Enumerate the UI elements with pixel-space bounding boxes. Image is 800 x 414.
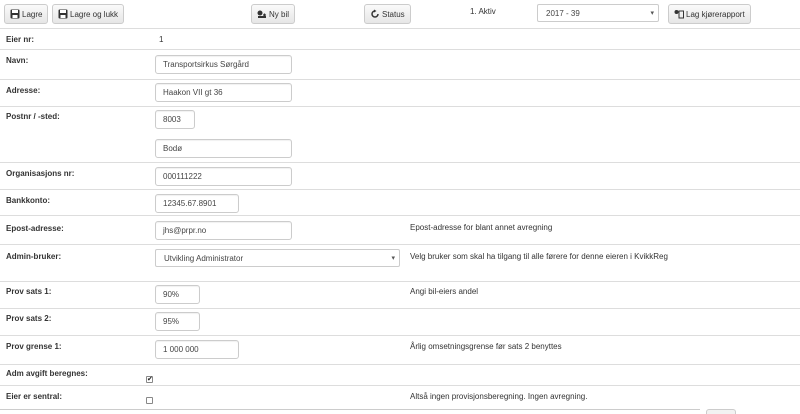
org-nr-input[interactable]: 000111222 [155,167,292,186]
city-input[interactable]: Bodø [155,139,292,158]
bank-account-input-value: 12345.67.8901 [163,199,217,208]
period-select[interactable]: 2017 - 39 ▾ [537,4,659,22]
save-button-label: Lagre [22,9,43,19]
adm-fee-label: Adm avgift beregnes: [6,369,88,378]
email-help-text: Epost-adresse for blant annet avregning [410,223,553,232]
save-button[interactable]: Lagre [4,4,49,24]
partial-button[interactable] [706,409,736,414]
prov-rate-2-input-value: 95% [163,317,180,326]
floppy-disk-icon [10,9,20,19]
admin-user-help-text: Velg bruker som skal ha tilgang til alle… [410,252,668,261]
floppy-disk-icon [58,9,68,19]
admin-user-select-value: Utvikling Administrator [164,253,244,263]
prov-limit-1-label: Prov grense 1: [6,342,62,351]
bank-account-input[interactable]: 12345.67.8901 [155,194,239,213]
row-owner-nr: Eier nr: 1 [0,28,800,49]
row-adm-fee: Adm avgift beregnes: ✔ [0,364,800,385]
row-prov-limit-1: Prov grense 1: 1 000 000 Årlig omsetning… [0,335,800,364]
prov-limit-1-input-value: 1 000 000 [163,345,199,354]
bank-account-label: Bankkonto: [6,196,50,205]
is-central-label: Eier er sentral: [6,392,63,401]
row-prov-rate-1: Prov sats 1: 90% Angi bil-eiers andel [0,281,800,308]
row-address: Adresse: Haakon VII gt 36 [0,79,800,106]
partial-input-field[interactable] [0,409,700,414]
prov-rate-1-input-value: 90% [163,290,180,299]
org-nr-input-value: 000111222 [163,172,202,181]
row-postal: Postnr / -sted: 8003 Bodø [0,106,800,162]
prov-rate-1-help-text: Angi bil-eiers andel [410,287,479,296]
refresh-icon [370,9,380,19]
status-button[interactable]: Status [364,4,411,24]
adm-fee-checkbox[interactable]: ✔ [146,376,153,383]
name-input-value: Transportsirkus Sørgård [163,60,249,69]
is-central-help-text: Altså ingen provisjonsberegning. Ingen a… [410,392,588,401]
prov-rate-2-label: Prov sats 2: [6,314,52,323]
zip-input[interactable]: 8003 [155,110,195,129]
period-select-value: 2017 - 39 [546,8,580,18]
owner-nr-value: 1 [159,35,164,44]
row-admin-user: Admin-bruker: Utvikling Administrator ▾ … [0,244,800,273]
address-label: Adresse: [6,86,41,95]
row-org-nr: Organisasjons nr: 000111222 [0,162,800,189]
chevron-down-icon: ▾ [391,255,395,262]
is-central-checkbox[interactable] [146,397,153,404]
prov-limit-1-input[interactable]: 1 000 000 [155,340,239,359]
prov-rate-1-label: Prov sats 1: [6,287,52,296]
add-car-icon [257,9,267,19]
email-label: Epost-adresse: [6,224,64,233]
row-bank-account: Bankkonto: 12345.67.8901 [0,189,800,215]
prov-limit-1-help-text: Årlig omsetningsgrense før sats 2 benytt… [410,342,562,351]
name-label: Navn: [6,56,29,65]
admin-user-label: Admin-bruker: [6,252,62,261]
add-document-icon [674,9,684,19]
email-input-value: jhs@prpr.no [163,226,207,235]
create-report-button-label: Lag kjørerapport [686,9,745,19]
zip-input-value: 8003 [163,115,181,124]
prov-rate-2-input[interactable]: 95% [155,312,200,331]
address-input[interactable]: Haakon VII gt 36 [155,83,292,102]
chevron-down-icon: ▾ [650,10,654,17]
create-report-button[interactable]: Lag kjørerapport [668,4,751,24]
owner-nr-label: Eier nr: [6,35,35,44]
row-email: Epost-adresse: jhs@prpr.no Epost-adresse… [0,215,800,244]
prov-rate-1-input[interactable]: 90% [155,285,200,304]
admin-user-select[interactable]: Utvikling Administrator ▾ [155,249,400,267]
toolbar: Lagre Lagre og lukk Ny bil Status 1. Akt… [0,0,800,28]
status-button-label: Status [382,9,405,19]
postal-label: Postnr / -sted: [6,112,60,121]
new-car-button[interactable]: Ny bil [251,4,296,24]
status-text: 1. Aktiv [470,7,496,16]
row-name: Navn: Transportsirkus Sørgård [0,49,800,79]
org-nr-label: Organisasjons nr: [6,169,75,178]
row-prov-rate-2: Prov sats 2: 95% [0,308,800,335]
address-input-value: Haakon VII gt 36 [163,88,223,97]
email-input[interactable]: jhs@prpr.no [155,221,292,240]
row-is-central: Eier er sentral: Altså ingen provisjonsb… [0,385,800,409]
save-and-close-button[interactable]: Lagre og lukk [52,4,125,24]
save-and-close-button-label: Lagre og lukk [70,9,119,19]
new-car-button-label: Ny bil [269,9,290,19]
name-input[interactable]: Transportsirkus Sørgård [155,55,292,74]
city-input-value: Bodø [163,144,183,153]
